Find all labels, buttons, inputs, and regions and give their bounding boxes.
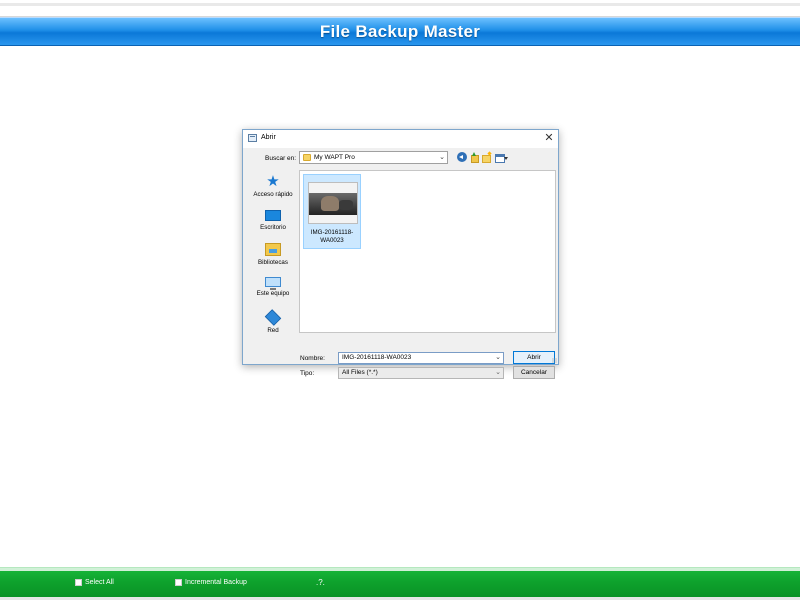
quick-access-icon: ★ [266,173,280,190]
chevron-down-icon[interactable]: ⌄ [439,153,445,161]
dialog-title-bar[interactable]: Abrir ✕ [243,130,558,148]
close-icon[interactable]: ✕ [542,131,556,145]
dialog-body: Buscar en: My WAPT Pro ⌄ ★ Acceso rápido… [243,148,558,379]
place-label: Este equipo [256,290,290,297]
dialog-title: Abrir [261,134,276,141]
incremental-backup-label: Incremental Backup [185,579,247,586]
back-icon[interactable] [457,152,467,162]
place-label: Bibliotecas [258,259,288,266]
place-this-pc[interactable]: Este equipo [248,277,298,297]
chevron-down-icon[interactable]: ⌄ [495,353,501,361]
cancel-button[interactable]: Cancelar [513,366,555,379]
file-item[interactable]: IMG-20161118-WA0023 [303,174,361,249]
checkbox-icon[interactable] [75,579,82,586]
desktop-icon [265,210,281,221]
file-list[interactable]: IMG-20161118-WA0023 [299,170,556,333]
file-name-label: Nombre: [300,355,325,362]
image-thumbnail [308,182,358,224]
look-in-value: My WAPT Pro [314,154,355,161]
file-name-input[interactable]: IMG-20161118-WA0023 ⌄ [338,352,504,364]
folder-icon [303,154,311,161]
place-libraries[interactable]: Bibliotecas [248,243,298,266]
help-link[interactable]: .?. [316,578,325,587]
file-type-label: Tipo: [300,370,315,377]
file-type-dropdown[interactable]: All Files (*.*) ⌄ [338,367,504,379]
incremental-backup-checkbox[interactable]: Incremental Backup [175,579,247,586]
place-label: Acceso rápido [253,191,293,198]
this-pc-icon [265,277,281,290]
dialog-window-icon [248,134,257,142]
app-window: File Backup Master Abrir ✕ Buscar en: My… [0,0,800,600]
bottom-bar: Select All Incremental Backup .?. [0,567,800,597]
place-label: Escritorio [260,224,286,231]
libraries-icon [265,243,281,256]
file-name: IMG-20161118-WA0023 [310,229,354,244]
file-name-value: IMG-20161118-WA0023 [342,354,412,361]
place-quick-access[interactable]: ★ Acceso rápido [248,173,298,198]
network-icon [264,309,282,326]
open-file-dialog: Abrir ✕ Buscar en: My WAPT Pro ⌄ ★ Acces… [242,129,559,379]
open-button[interactable]: Abrir [513,351,555,364]
place-label: Red [267,327,279,334]
up-folder-icon[interactable] [469,152,479,163]
resize-grip-icon[interactable] [552,358,557,363]
view-menu-icon[interactable] [494,152,508,163]
place-network[interactable]: Red [248,309,298,334]
title-bar: File Backup Master [0,17,800,46]
new-folder-icon[interactable] [481,152,491,163]
look-in-dropdown[interactable]: My WAPT Pro ⌄ [299,151,448,164]
select-all-label: Select All [85,579,114,586]
app-title: File Backup Master [319,22,481,41]
select-all-checkbox[interactable]: Select All [75,579,114,586]
places-bar: ★ Acceso rápido Escritorio Bibliotecas E… [248,171,298,361]
file-type-value: All Files (*.*) [342,369,378,376]
top-strip [0,0,800,17]
look-in-label: Buscar en: [265,155,297,162]
chevron-down-icon[interactable]: ⌄ [495,368,501,376]
place-desktop[interactable]: Escritorio [248,210,298,231]
checkbox-icon[interactable] [175,579,182,586]
